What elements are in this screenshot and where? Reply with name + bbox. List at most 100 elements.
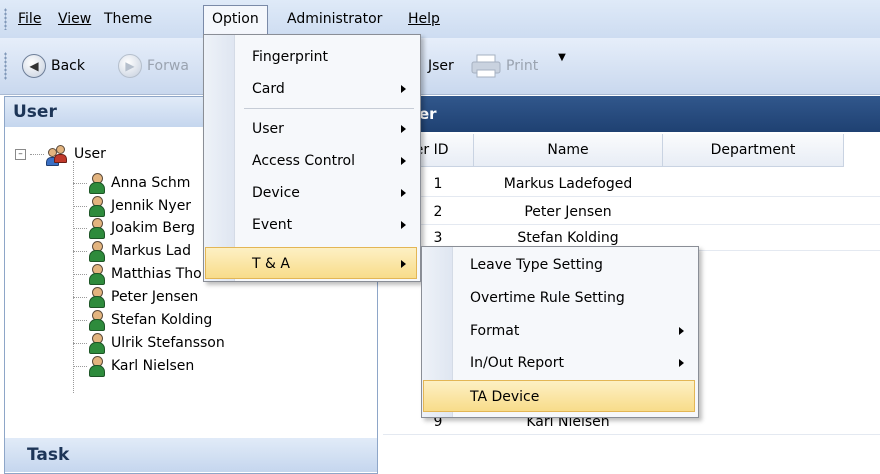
tree-item-user[interactable]: Karl Nielsen	[73, 355, 194, 377]
menu-item-ta-device[interactable]: TA Device	[423, 380, 695, 412]
user-group-icon	[46, 145, 70, 166]
submenu-arrow-icon	[401, 260, 406, 268]
menu-item-label: Device	[252, 185, 300, 201]
tree-item-label: Karl Nielsen	[111, 358, 195, 374]
tree-item-label: Stefan Kolding	[111, 312, 213, 328]
submenu-arrow-icon	[679, 359, 684, 367]
tree-item-user[interactable]: Jennik Nyer	[73, 195, 191, 217]
menu-item-event[interactable]: Event	[206, 209, 416, 241]
menu-item-label: TA Device	[470, 389, 540, 405]
tree-item-label: Jennik Nyer	[111, 198, 192, 214]
submenu-arrow-icon	[401, 157, 406, 165]
user-icon	[87, 241, 105, 262]
tree-item-user[interactable]: Markus Lad	[73, 240, 191, 262]
menu-item-access-control[interactable]: Access Control	[206, 145, 416, 177]
user-icon	[87, 218, 105, 239]
print-button[interactable]: Print	[470, 52, 538, 80]
menu-item-user[interactable]: User	[206, 113, 416, 145]
menu-option[interactable]: Option	[203, 5, 268, 36]
user-icon	[87, 173, 105, 194]
tree-item-label: Markus Lad	[111, 243, 191, 259]
menu-view[interactable]: View	[50, 6, 99, 32]
printer-icon	[471, 54, 501, 78]
menu-administrator[interactable]: Administrator	[279, 6, 390, 32]
back-arrow-icon: ◀	[22, 54, 46, 78]
task-panel-header[interactable]: Task	[5, 438, 377, 472]
user-icon	[87, 310, 105, 331]
tree-item-label: Peter Jensen	[111, 289, 199, 305]
back-label: Back	[51, 58, 85, 74]
menu-item-device[interactable]: Device	[206, 177, 416, 209]
forward-button[interactable]: ▶ Forwa	[118, 52, 189, 80]
menu-item-in-out-report[interactable]: In/Out Report	[424, 347, 694, 379]
menu-administrator-label: Administrator	[287, 11, 383, 27]
user-icon	[87, 287, 105, 308]
menu-item-fingerprint[interactable]: Fingerprint	[206, 41, 416, 73]
tree-item-user[interactable]: Joakim Berg	[73, 217, 195, 239]
menu-help-label: Help	[408, 11, 440, 27]
tree-item-user[interactable]: Stefan Kolding	[73, 309, 212, 331]
menu-item-label: User	[252, 121, 284, 137]
cell-name: Markus Ladefoged	[503, 176, 633, 192]
tree-item-user[interactable]: Ulrik Stefansson	[73, 332, 225, 354]
menu-bar: File View Theme Option Administrator Hel…	[0, 0, 880, 38]
column-department[interactable]: Department	[663, 134, 844, 167]
menu-item-label: Leave Type Setting	[470, 257, 603, 273]
toolbar-overflow-icon[interactable]: ▼	[556, 52, 568, 92]
menu-theme-label: Theme	[104, 11, 153, 27]
menu-theme[interactable]: Theme	[96, 6, 160, 32]
menu-item-label: Format	[470, 323, 520, 339]
menu-item-label: Access Control	[252, 153, 355, 169]
tree-item-label: Ulrik Stefansson	[111, 335, 225, 351]
menu-file-label: File	[18, 11, 42, 27]
menu-item-format[interactable]: Format	[424, 315, 694, 347]
menu-separator	[244, 108, 414, 109]
ta-submenu: Leave Type Setting Overtime Rule Setting…	[421, 246, 699, 418]
back-button[interactable]: ◀ Back	[22, 52, 85, 80]
user-toolbar-label: Jser	[428, 58, 454, 74]
menu-item-t-and-a[interactable]: T & A	[205, 247, 417, 279]
submenu-arrow-icon	[679, 327, 684, 335]
table-row[interactable]: 1 Markus Ladefoged	[383, 172, 880, 197]
menu-view-label: View	[58, 11, 92, 27]
tree-item-label: Anna Schm	[111, 175, 191, 191]
tree-item-user[interactable]: Peter Jensen	[73, 286, 198, 308]
table-row[interactable]: 2 Peter Jensen	[383, 200, 880, 225]
column-name[interactable]: Name	[474, 134, 663, 167]
submenu-arrow-icon	[401, 189, 406, 197]
menu-item-overtime-rule-setting[interactable]: Overtime Rule Setting	[424, 282, 694, 314]
tree-root-label: User	[74, 146, 106, 162]
menu-item-card[interactable]: Card	[206, 73, 416, 105]
menu-item-label: In/Out Report	[470, 355, 564, 371]
forward-label: Forwa	[147, 58, 189, 74]
user-icon	[87, 264, 105, 285]
submenu-arrow-icon	[401, 125, 406, 133]
menu-item-label: Overtime Rule Setting	[470, 290, 625, 306]
user-icon	[87, 356, 105, 377]
user-icon	[87, 196, 105, 217]
user-toolbar-button[interactable]: Jser	[428, 52, 454, 80]
menu-item-label: Fingerprint	[252, 49, 328, 65]
tree-connector	[30, 153, 44, 155]
submenu-arrow-icon	[401, 221, 406, 229]
menu-file[interactable]: File	[10, 6, 49, 32]
menu-help[interactable]: Help	[400, 6, 448, 32]
collapse-icon[interactable]: –	[15, 148, 26, 160]
print-label: Print	[506, 58, 539, 74]
grid-title: er	[383, 96, 880, 132]
cell-name: Peter Jensen	[524, 204, 612, 220]
menu-item-label: Event	[252, 217, 293, 233]
menu-item-label: Card	[252, 81, 285, 97]
option-menu: Fingerprint Card User Access Control Dev…	[203, 34, 421, 282]
tree-root-user[interactable]: – User	[15, 145, 106, 166]
submenu-arrow-icon	[401, 85, 406, 93]
menu-option-label: Option	[212, 11, 259, 27]
tree-item-label: Joakim Berg	[111, 220, 195, 236]
forward-arrow-icon: ▶	[118, 54, 142, 78]
menubar-grip	[4, 8, 7, 30]
toolbar-grip	[4, 52, 7, 80]
toolbar: ◀ Back ▶ Forwa Jser Print ▼	[0, 38, 880, 95]
menu-item-leave-type-setting[interactable]: Leave Type Setting	[424, 249, 694, 281]
user-icon	[87, 333, 105, 354]
tree-item-user[interactable]: Anna Schm	[73, 172, 190, 194]
